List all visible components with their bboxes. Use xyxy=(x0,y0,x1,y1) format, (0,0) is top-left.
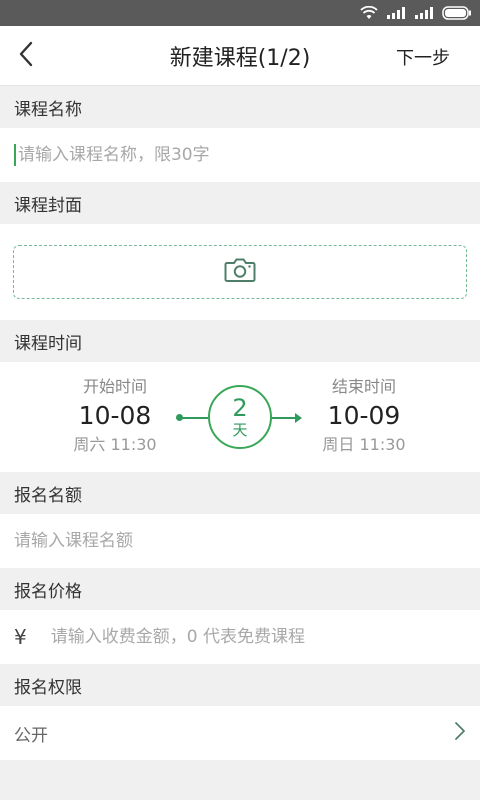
cover-upload-area[interactable] xyxy=(13,245,467,299)
permission-label: 报名权限 xyxy=(0,664,480,706)
duration-circle: 2 天 xyxy=(208,385,272,449)
quota-input[interactable] xyxy=(14,531,466,551)
back-button[interactable] xyxy=(10,40,42,72)
permission-value: 公开 xyxy=(14,725,48,746)
course-name-label: 课程名称 xyxy=(0,86,480,128)
battery-icon xyxy=(442,6,472,20)
permission-row[interactable]: 公开 xyxy=(0,706,480,760)
duration-unit: 天 xyxy=(232,421,248,439)
quota-label: 报名名额 xyxy=(0,472,480,514)
duration-value: 2 xyxy=(232,394,248,422)
course-time-row: 开始时间 10-08 周六 11:30 2 天 结束时间 10-09 周日 11… xyxy=(0,362,480,472)
price-row: ¥ xyxy=(0,610,480,664)
course-name-input[interactable] xyxy=(17,145,466,165)
nav-bar: 新建课程(1/2) 下一步 xyxy=(0,26,480,86)
quota-row xyxy=(0,514,480,568)
end-weekday-time: 周日 11:30 xyxy=(322,435,406,454)
price-label: 报名价格 xyxy=(0,568,480,610)
text-cursor xyxy=(14,144,16,166)
start-date: 10-08 xyxy=(78,401,152,430)
start-weekday-time: 周六 11:30 xyxy=(73,435,157,454)
end-time-label: 结束时间 xyxy=(331,377,396,396)
course-name-row xyxy=(0,128,480,182)
next-step-button[interactable]: 下一步 xyxy=(396,44,450,70)
course-cover-row xyxy=(0,224,480,320)
yen-icon: ¥ xyxy=(14,625,27,649)
course-time-label: 课程时间 xyxy=(0,320,480,362)
chevron-right-icon xyxy=(454,721,466,745)
signal-icon xyxy=(386,7,406,19)
duration-dot xyxy=(176,414,183,421)
page-title: 新建课程(1/2) xyxy=(169,45,311,71)
camera-icon xyxy=(224,257,256,287)
price-input[interactable] xyxy=(50,627,466,647)
start-time-label: 开始时间 xyxy=(82,377,147,396)
wifi-icon xyxy=(360,6,378,20)
end-time-picker[interactable]: 结束时间 10-09 周日 11:30 xyxy=(284,376,444,456)
chevron-left-icon xyxy=(17,41,35,71)
end-date: 10-09 xyxy=(327,401,401,430)
status-bar xyxy=(0,0,480,26)
course-cover-label: 课程封面 xyxy=(0,182,480,224)
signal-icon-2 xyxy=(414,7,434,19)
start-time-picker[interactable]: 开始时间 10-08 周六 11:30 xyxy=(35,376,195,456)
